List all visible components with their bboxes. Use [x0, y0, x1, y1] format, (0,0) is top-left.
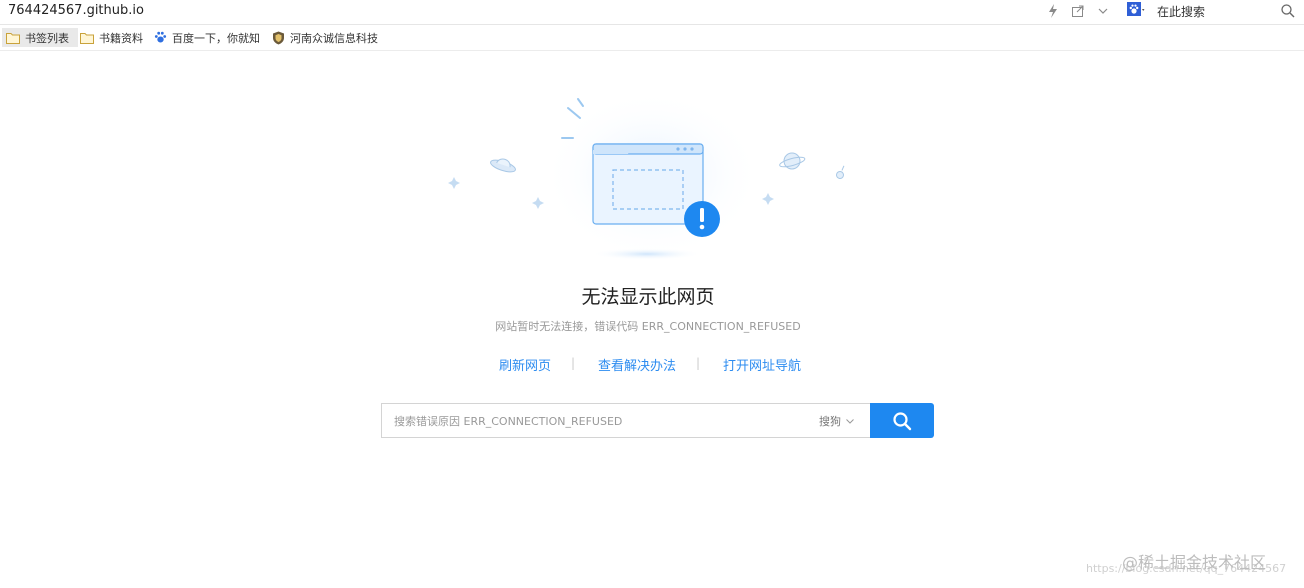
chevron-down-icon: [846, 418, 854, 424]
address-search-placeholder[interactable]: 在此搜索: [1157, 3, 1205, 20]
refresh-link[interactable]: 刷新网页: [499, 355, 551, 374]
search-icon[interactable]: [1280, 3, 1296, 19]
error-actions: 刷新网页 | 查看解决办法 | 打开网址导航: [0, 355, 1296, 374]
url-text[interactable]: 764424567.github.io: [8, 3, 144, 18]
shield-icon: [273, 31, 284, 44]
error-search-input[interactable]: [394, 412, 794, 430]
paw-icon[interactable]: [1127, 2, 1147, 20]
bookmark-baidu[interactable]: 百度一下，你就知: [150, 28, 268, 47]
error-description: 网站暂时无法连接，错误代码 ERR_CONNECTION_REFUSED: [495, 320, 801, 333]
address-bar[interactable]: 764424567.github.io 在此搜索: [0, 0, 1304, 25]
error-search-box: 搜狗: [381, 403, 870, 438]
bookmark-label: 百度一下，你就知: [172, 31, 260, 45]
action-separator: |: [571, 356, 576, 370]
search-icon: [893, 411, 912, 430]
bookmark-henan[interactable]: 河南众诚信息科技: [268, 28, 386, 47]
share-icon[interactable]: [1070, 3, 1086, 19]
search-engine-label: 搜狗: [819, 415, 841, 428]
error-title: 无法显示此网页: [581, 286, 715, 308]
error-illustration: [448, 90, 845, 260]
bookmark-label: 河南众诚信息科技: [290, 31, 378, 45]
paw-icon: [154, 31, 167, 43]
watermark-brand: @稀土掘金技术社区: [1122, 553, 1267, 572]
search-button[interactable]: [870, 403, 934, 438]
bookmarks-bar: 书签列表 书籍资料 百度一下，你就知 河南众诚信息科技: [0, 25, 1304, 51]
chevron-down-icon[interactable]: [1095, 3, 1111, 19]
solutions-link[interactable]: 查看解决办法: [598, 355, 676, 374]
bookmark-folder-list[interactable]: 书签列表: [2, 28, 78, 47]
action-separator: |: [696, 356, 701, 370]
bookmark-label: 书签列表: [25, 31, 69, 45]
bookmark-folder-books[interactable]: 书籍资料: [76, 28, 154, 47]
folder-icon: [80, 32, 94, 44]
search-engine-select[interactable]: 搜狗: [819, 413, 854, 429]
folder-icon: [6, 32, 20, 44]
bookmark-label: 书籍资料: [99, 31, 143, 45]
lightning-icon[interactable]: [1045, 3, 1061, 19]
navigation-link[interactable]: 打开网址导航: [723, 355, 801, 374]
